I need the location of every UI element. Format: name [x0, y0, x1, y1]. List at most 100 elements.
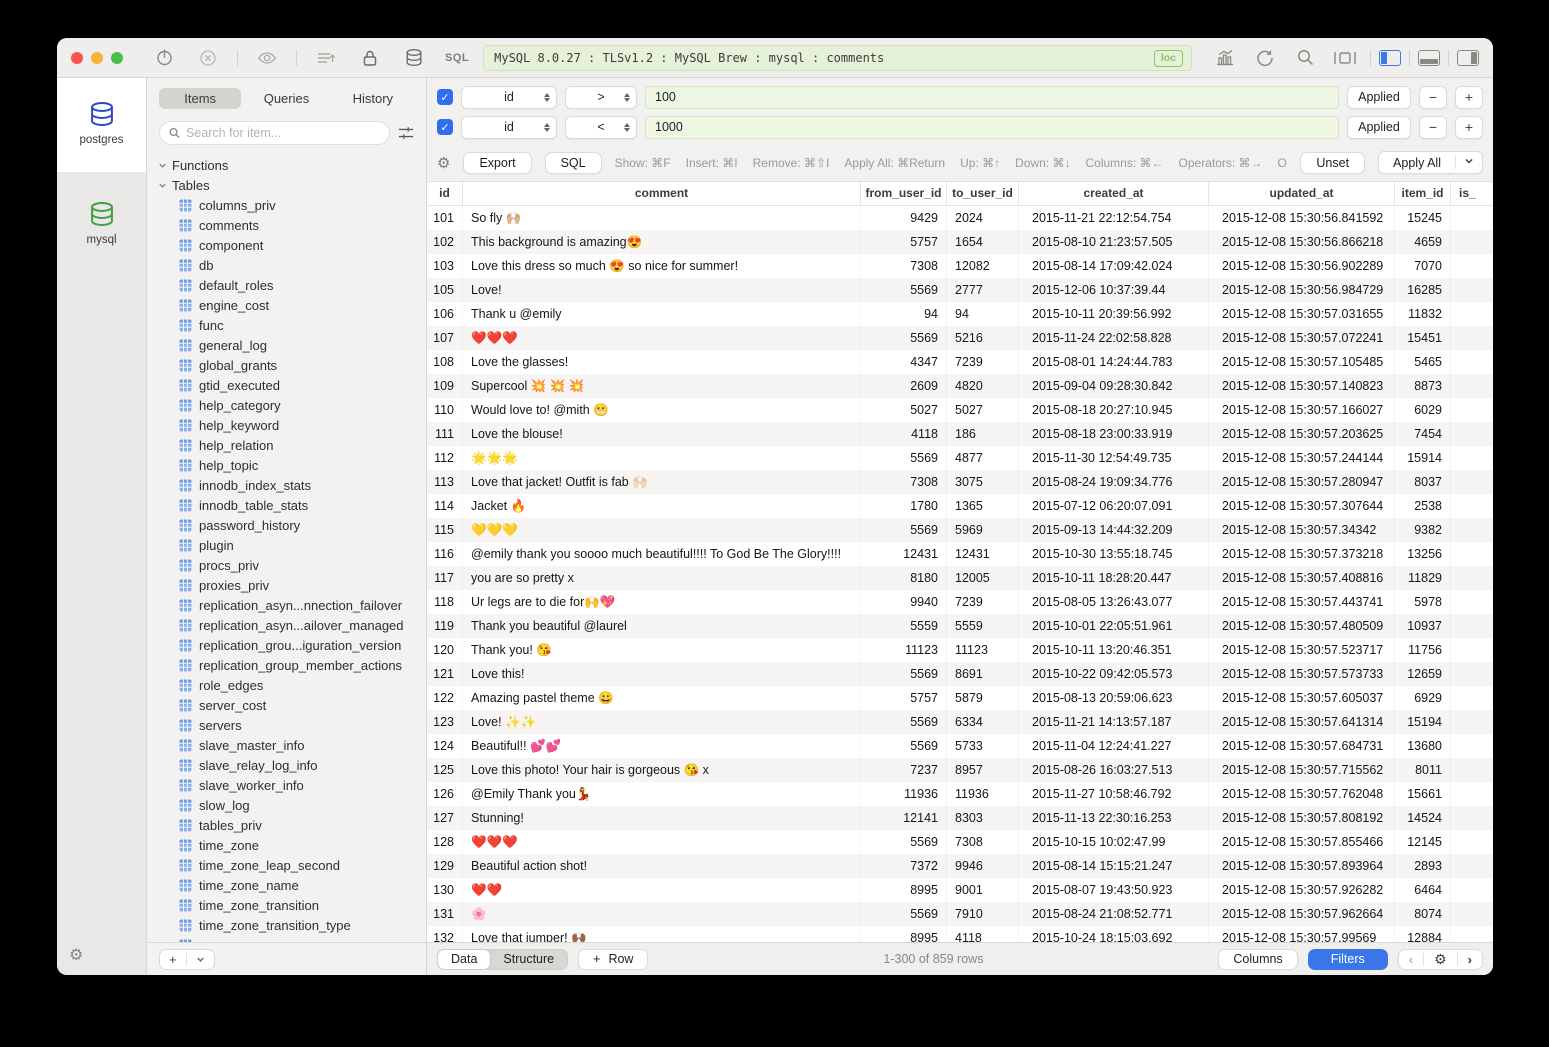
add-row-button[interactable]: + Row: [578, 949, 648, 970]
cell-item-id[interactable]: 13256: [1395, 542, 1451, 566]
cell-comment[interactable]: ❤️❤️❤️: [463, 326, 861, 350]
cell-from-user-id[interactable]: 8180: [861, 566, 947, 590]
cell-updated-at[interactable]: 2015-12-08 15:30:57.34342: [1209, 518, 1395, 542]
cell-is[interactable]: [1451, 854, 1493, 878]
columns-button[interactable]: Columns: [1218, 949, 1297, 970]
table-row[interactable]: 132 Love that jumper! 🙌🏾 8995 4118 2015-…: [427, 926, 1493, 942]
sidebar-table-item[interactable]: user: [157, 935, 426, 942]
cell-updated-at[interactable]: 2015-12-08 15:30:57.140823: [1209, 374, 1395, 398]
sidebar-table-item[interactable]: replication_asyn...nnection_failover: [157, 595, 426, 615]
cell-comment[interactable]: So fly 🙌🏼: [463, 206, 861, 230]
filter-column-select[interactable]: id: [461, 86, 557, 109]
cell-to-user-id[interactable]: 4118: [947, 926, 1019, 942]
table-row[interactable]: 125 Love this photo! Your hair is gorgeo…: [427, 758, 1493, 782]
cell-from-user-id[interactable]: 5569: [861, 830, 947, 854]
connection-title-field[interactable]: MySQL 8.0.27 : TLSv1.2 : MySQL Brew : my…: [483, 45, 1192, 71]
cell-comment[interactable]: Love this photo! Your hair is gorgeous 😘…: [463, 758, 861, 782]
add-item-button[interactable]: +: [160, 952, 186, 967]
cell-comment[interactable]: Love that jacket! Outfit is fab 🙌🏻: [463, 470, 861, 494]
table-row[interactable]: 130 ❤️❤️ 8995 9001 2015-08-07 19:43:50.9…: [427, 878, 1493, 902]
cell-from-user-id[interactable]: 4347: [861, 350, 947, 374]
cell-updated-at[interactable]: 2015-12-08 15:30:57.373218: [1209, 542, 1395, 566]
cell-item-id[interactable]: 9382: [1395, 518, 1451, 542]
filters-button[interactable]: Filters: [1308, 949, 1388, 970]
cell-id[interactable]: 125: [427, 758, 463, 782]
cell-created-at[interactable]: 2015-10-11 18:28:20.447: [1019, 566, 1209, 590]
cell-id[interactable]: 108: [427, 350, 463, 374]
cell-updated-at[interactable]: 2015-12-08 15:30:57.443741: [1209, 590, 1395, 614]
cell-comment[interactable]: Love the blouse!: [463, 422, 861, 446]
add-item-split-button[interactable]: +: [159, 949, 215, 970]
cell-created-at[interactable]: 2015-10-22 09:42:05.573: [1019, 662, 1209, 686]
cell-item-id[interactable]: 10937: [1395, 614, 1451, 638]
sidebar-table-item[interactable]: time_zone_transition_type: [157, 915, 426, 935]
cell-is[interactable]: [1451, 758, 1493, 782]
search-icon[interactable]: [1288, 46, 1322, 70]
cell-to-user-id[interactable]: 2777: [947, 278, 1019, 302]
cell-comment[interactable]: Amazing pastel theme 😀: [463, 686, 861, 710]
cell-to-user-id[interactable]: 8303: [947, 806, 1019, 830]
cell-is[interactable]: [1451, 494, 1493, 518]
cell-from-user-id[interactable]: 12431: [861, 542, 947, 566]
cell-to-user-id[interactable]: 7239: [947, 350, 1019, 374]
cell-is[interactable]: [1451, 398, 1493, 422]
cell-item-id[interactable]: 11756: [1395, 638, 1451, 662]
next-page-button[interactable]: ›: [1458, 952, 1482, 967]
cell-to-user-id[interactable]: 3075: [947, 470, 1019, 494]
cell-comment[interactable]: @Emily Thank you💃: [463, 782, 861, 806]
sidebar-table-item[interactable]: time_zone_leap_second: [157, 855, 426, 875]
table-row[interactable]: 127 Stunning! 12141 8303 2015-11-13 22:3…: [427, 806, 1493, 830]
cell-id[interactable]: 123: [427, 710, 463, 734]
cell-id[interactable]: 109: [427, 374, 463, 398]
cell-from-user-id[interactable]: 11123: [861, 638, 947, 662]
table-row[interactable]: 112 🌟🌟🌟 5569 4877 2015-11-30 12:54:49.73…: [427, 446, 1493, 470]
cell-created-at[interactable]: 2015-08-01 14:24:44.783: [1019, 350, 1209, 374]
cell-from-user-id[interactable]: 8995: [861, 878, 947, 902]
sidebar-table-item[interactable]: plugin: [157, 535, 426, 555]
cell-item-id[interactable]: 8011: [1395, 758, 1451, 782]
sidebar-table-item[interactable]: replication_asyn...ailover_managed: [157, 615, 426, 635]
cell-updated-at[interactable]: 2015-12-08 15:30:57.893964: [1209, 854, 1395, 878]
cell-updated-at[interactable]: 2015-12-08 15:30:56.984729: [1209, 278, 1395, 302]
cell-item-id[interactable]: 4659: [1395, 230, 1451, 254]
column-header-comment[interactable]: comment: [463, 182, 861, 205]
cell-to-user-id[interactable]: 5559: [947, 614, 1019, 638]
sidebar-table-item[interactable]: proxies_priv: [157, 575, 426, 595]
cell-comment[interactable]: you are so pretty x: [463, 566, 861, 590]
table-row[interactable]: 129 Beautiful action shot! 7372 9946 201…: [427, 854, 1493, 878]
cell-item-id[interactable]: 14524: [1395, 806, 1451, 830]
cell-created-at[interactable]: 2015-08-14 17:09:42.024: [1019, 254, 1209, 278]
add-item-chevron-icon[interactable]: [187, 955, 214, 964]
cell-from-user-id[interactable]: 7372: [861, 854, 947, 878]
filter-operator-select[interactable]: <: [565, 116, 637, 139]
cell-from-user-id[interactable]: 5569: [861, 734, 947, 758]
cell-created-at[interactable]: 2015-11-21 14:13:57.187: [1019, 710, 1209, 734]
cell-comment[interactable]: Jacket 🔥: [463, 494, 861, 518]
cell-id[interactable]: 115: [427, 518, 463, 542]
cell-from-user-id[interactable]: 94: [861, 302, 947, 326]
structure-view-tab[interactable]: Structure: [490, 950, 567, 969]
sidebar-table-item[interactable]: slave_relay_log_info: [157, 755, 426, 775]
sidebar-table-item[interactable]: engine_cost: [157, 295, 426, 315]
cell-to-user-id[interactable]: 5879: [947, 686, 1019, 710]
cell-item-id[interactable]: 8037: [1395, 470, 1451, 494]
cell-item-id[interactable]: 2893: [1395, 854, 1451, 878]
cell-updated-at[interactable]: 2015-12-08 15:30:57.280947: [1209, 470, 1395, 494]
cell-updated-at[interactable]: 2015-12-08 15:30:57.166027: [1209, 398, 1395, 422]
table-row[interactable]: 124 Beautiful!! 💕💕 5569 5733 2015-11-04 …: [427, 734, 1493, 758]
cell-comment[interactable]: Love! ✨✨: [463, 710, 861, 734]
item-search-field[interactable]: [159, 121, 390, 145]
cell-created-at[interactable]: 2015-10-30 13:55:18.745: [1019, 542, 1209, 566]
cell-comment[interactable]: Love that jumper! 🙌🏾: [463, 926, 861, 942]
cell-updated-at[interactable]: 2015-12-08 15:30:57.573733: [1209, 662, 1395, 686]
cell-item-id[interactable]: 8074: [1395, 902, 1451, 926]
cell-id[interactable]: 129: [427, 854, 463, 878]
sidebar-table-item[interactable]: time_zone_name: [157, 875, 426, 895]
cell-updated-at[interactable]: 2015-12-08 15:30:57.641314: [1209, 710, 1395, 734]
sidebar-table-item[interactable]: innodb_table_stats: [157, 495, 426, 515]
filter-options-icon[interactable]: [398, 126, 414, 140]
cell-to-user-id[interactable]: 94: [947, 302, 1019, 326]
cell-comment[interactable]: Thank u @emily: [463, 302, 861, 326]
cell-created-at[interactable]: 2015-10-15 10:02:47.99: [1019, 830, 1209, 854]
cell-is[interactable]: [1451, 206, 1493, 230]
